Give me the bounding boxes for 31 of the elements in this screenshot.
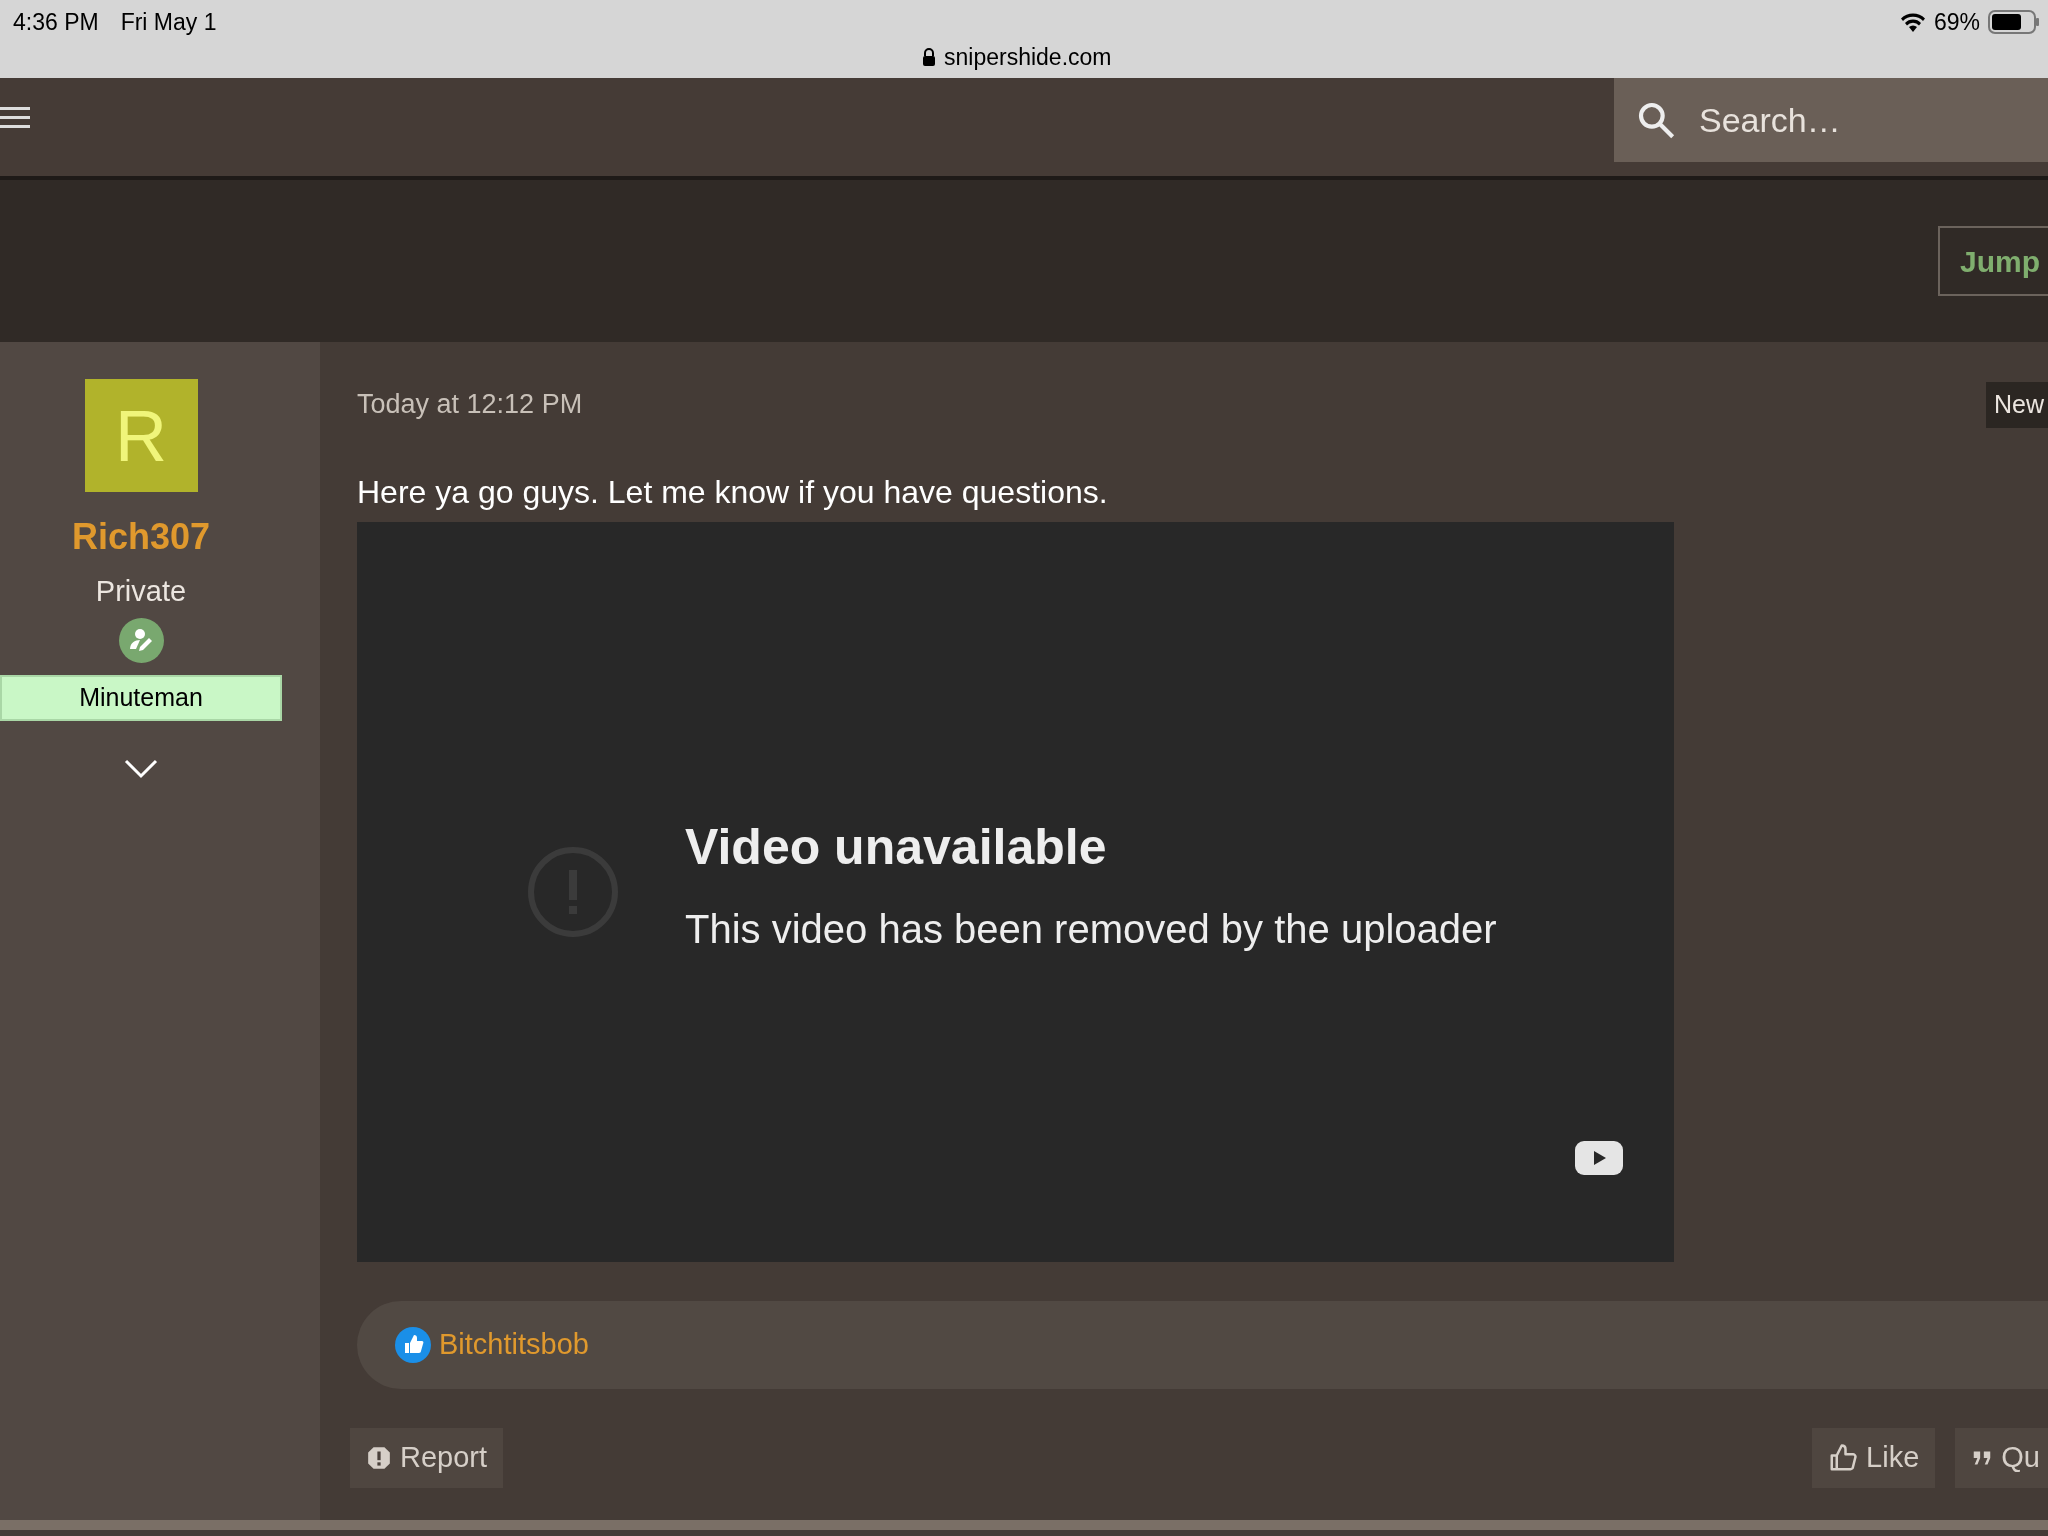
warning-icon [366, 1444, 392, 1471]
reaction-user-link[interactable]: Bitchtitsbob [439, 1322, 589, 1367]
battery-icon [1988, 10, 2040, 35]
quote-button[interactable]: Qu [1955, 1427, 2048, 1488]
search-field[interactable]: Search… [1614, 78, 2048, 162]
user-title-label: Minuteman [79, 681, 203, 713]
post-text: Here ya go guys. Let me know if you have questions. [357, 472, 1109, 512]
like-button[interactable]: Like [1812, 1427, 1936, 1488]
play-logo-icon[interactable] [1575, 1140, 1623, 1175]
status-date: Fri May 1 [120, 8, 217, 37]
jump-button[interactable]: Jump [1938, 226, 2048, 296]
wifi-icon [1899, 12, 1926, 33]
username-link[interactable]: Rich307 [71, 510, 211, 564]
status-time: 4:36 PM [13, 8, 99, 37]
thumbs-up-icon [395, 1326, 431, 1363]
lock-icon [922, 48, 936, 67]
post-timestamp[interactable]: Today at 12:12 PM [357, 384, 583, 425]
user-rank: Private [95, 574, 187, 609]
user-edit-icon [118, 617, 164, 663]
video-title: Video unavailable [685, 818, 1108, 877]
thumbs-up-icon [1828, 1442, 1859, 1473]
video-message: This video has been removed by the uploader [685, 906, 1497, 953]
chevron-down-icon[interactable] [124, 758, 158, 779]
video-player[interactable]: Video unavailable This video has been removed by the uploader [357, 521, 1674, 1262]
battery-percent: 69% [1933, 8, 1980, 37]
url-text: snipershide.com [944, 43, 1112, 72]
search-icon [1636, 100, 1676, 140]
new-badge: New [1986, 382, 2048, 428]
avatar-initial: R [115, 394, 167, 478]
menu-icon[interactable] [0, 105, 30, 131]
report-button[interactable]: Report [350, 1427, 504, 1488]
